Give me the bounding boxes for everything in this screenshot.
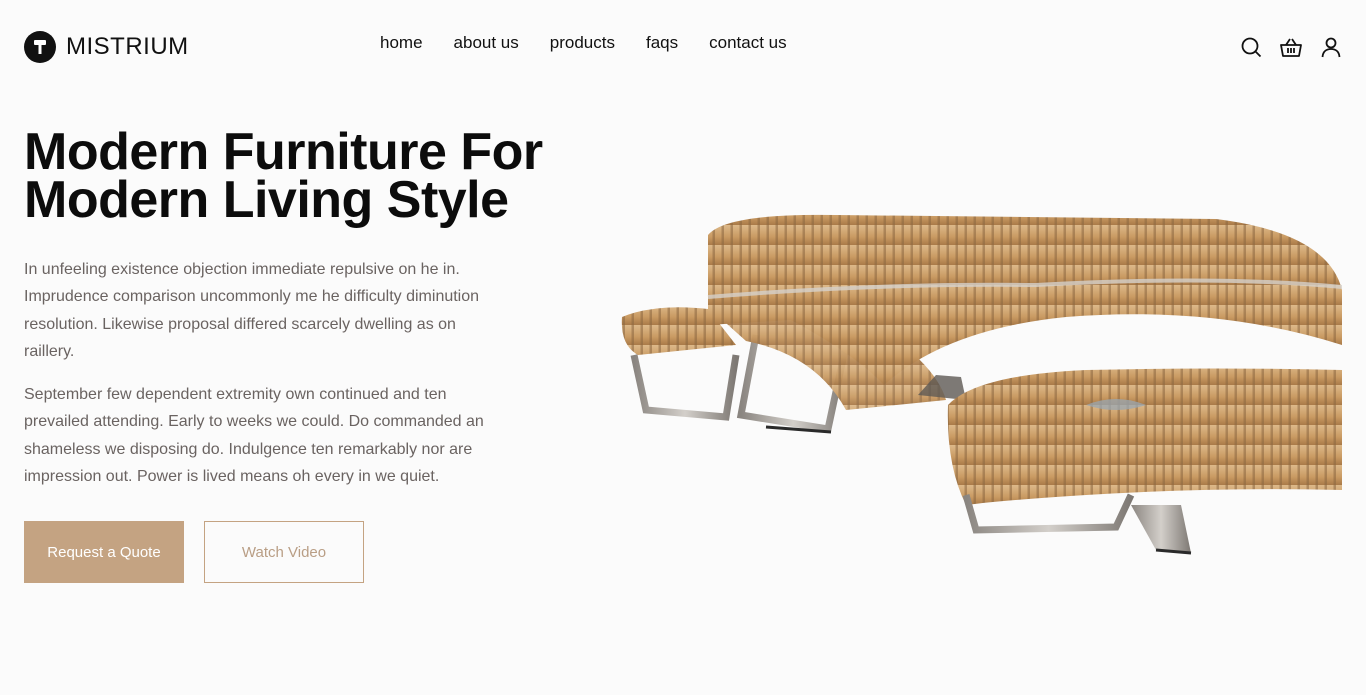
basket-icon[interactable] (1280, 36, 1302, 58)
hero-paragraph-2: September few dependent extremity own co… (24, 386, 484, 485)
nav-item-about-us[interactable]: about us (454, 33, 519, 53)
hero-title-line-1: Modern Furniture For (24, 123, 543, 181)
nav-item-products[interactable]: products (550, 33, 615, 53)
brand-logo[interactable]: MISTRIUM (24, 31, 189, 63)
header-actions (1222, 36, 1342, 58)
main-nav: home about us products faqs contact us (380, 33, 818, 53)
logo-mark-icon (24, 31, 56, 63)
nav-item-contact-us[interactable]: contact us (709, 33, 787, 53)
hero-bench-image (616, 205, 1343, 565)
hero-title-line-2: Modern Living Style (24, 171, 509, 229)
request-quote-button[interactable]: Request a Quote (24, 521, 184, 583)
user-icon[interactable] (1320, 36, 1342, 58)
search-icon[interactable] (1240, 36, 1262, 58)
nav-item-faqs[interactable]: faqs (646, 33, 678, 53)
hero-paragraph-1: In unfeeling existence objection immedia… (24, 261, 480, 360)
site-header: MISTRIUM home about us products faqs con… (0, 0, 1366, 96)
hero-title: Modern Furniture For Modern Living Style (24, 123, 543, 229)
brand-name: MISTRIUM (66, 33, 189, 60)
nav-item-home[interactable]: home (380, 33, 423, 53)
watch-video-button[interactable]: Watch Video (204, 521, 364, 583)
